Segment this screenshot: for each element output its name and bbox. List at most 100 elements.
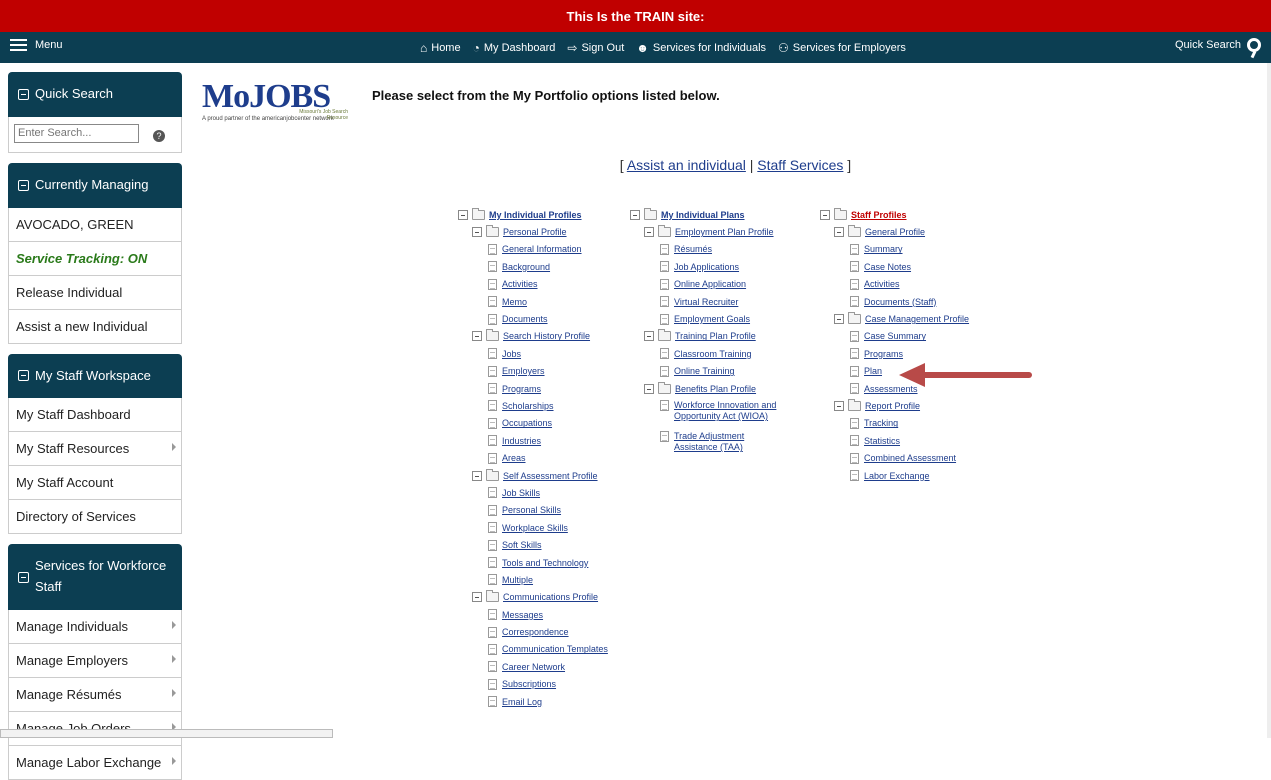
tree-link[interactable]: Labor Exchange xyxy=(864,471,930,481)
tree-link[interactable]: Search History Profile xyxy=(503,331,590,341)
tree-link[interactable]: Plan xyxy=(864,366,882,376)
tree-link[interactable]: Memo xyxy=(502,297,527,307)
collapse-toggle-icon[interactable] xyxy=(472,470,482,481)
tree-link[interactable]: Personal Profile xyxy=(503,227,567,237)
manage-employers-link[interactable]: Manage Employers xyxy=(8,643,182,678)
tree-link[interactable]: Documents xyxy=(502,314,548,324)
tree-link[interactable]: Workforce Innovation and Opportunity Act … xyxy=(674,400,776,422)
collapse-toggle-icon[interactable] xyxy=(458,209,468,220)
staff-services-link[interactable]: Staff Services xyxy=(757,157,843,173)
collapse-toggle-icon[interactable] xyxy=(630,209,640,220)
tree-link[interactable]: Industries xyxy=(502,436,541,446)
tree-link[interactable]: My Individual Profiles xyxy=(489,210,582,220)
tree-link[interactable]: General Information xyxy=(502,244,582,254)
nav-quick-search[interactable]: Quick Search xyxy=(1175,38,1261,52)
tree-link[interactable]: Online Training xyxy=(674,366,735,376)
tree-link[interactable]: Programs xyxy=(502,384,541,394)
nav-my-dashboard[interactable]: ◔ My Dashboard xyxy=(473,41,556,55)
tree-link[interactable]: Documents (Staff) xyxy=(864,297,936,307)
nav-home[interactable]: ⌂ Home xyxy=(420,41,461,55)
tree-link[interactable]: Areas xyxy=(502,453,526,463)
tree-link[interactable]: Employment Goals xyxy=(674,314,750,324)
collapse-toggle-icon[interactable] xyxy=(834,314,844,325)
collapse-toggle-icon[interactable] xyxy=(472,331,482,342)
tree-link[interactable]: Activities xyxy=(864,279,900,289)
tree-link[interactable]: Employment Plan Profile xyxy=(675,227,774,237)
tree-link[interactable]: Self Assessment Profile xyxy=(503,471,598,481)
tree-link[interactable]: Summary xyxy=(864,244,903,254)
staff-resources-link[interactable]: My Staff Resources xyxy=(8,432,182,467)
scrollbar[interactable] xyxy=(1267,63,1271,738)
workforce-services-header[interactable]: Services for Workforce Staff xyxy=(8,544,182,610)
tree-link[interactable]: Classroom Training xyxy=(674,349,752,359)
collapse-toggle-icon[interactable] xyxy=(472,592,482,603)
search-icon[interactable] xyxy=(1247,38,1261,52)
tree-link[interactable]: Case Notes xyxy=(864,262,911,272)
tree-link[interactable]: Personal Skills xyxy=(502,505,561,515)
tree-link[interactable]: Email Log xyxy=(502,697,542,707)
tree-link[interactable]: Tools and Technology xyxy=(502,558,588,568)
staff-account-link[interactable]: My Staff Account xyxy=(8,466,182,501)
tree-link[interactable]: Occupations xyxy=(502,418,552,428)
tree-link[interactable]: Tracking xyxy=(864,418,898,428)
tree-link[interactable]: Scholarships xyxy=(502,401,554,411)
tree-link[interactable]: Communication Templates xyxy=(502,644,608,654)
tree-link[interactable]: Employers xyxy=(502,366,545,376)
mojobs-logo[interactable]: MoJOBS Missouri's Job Search Resource A … xyxy=(202,80,352,123)
train-site-banner: This Is the TRAIN site: xyxy=(0,0,1271,32)
nav-services-individuals[interactable]: ☻ Services for Individuals xyxy=(636,41,766,55)
managed-individual-name[interactable]: AVOCADO, GREEN xyxy=(8,207,182,242)
tree-link[interactable]: Combined Assessment xyxy=(864,453,956,463)
tree-link[interactable]: Activities xyxy=(502,279,538,289)
tree-link[interactable]: Multiple xyxy=(502,575,533,585)
tree-link[interactable]: General Profile xyxy=(865,227,925,237)
tree-link[interactable]: Trade Adjustment Assistance (TAA) xyxy=(674,431,744,453)
assist-individual-link[interactable]: Assist an individual xyxy=(627,157,746,173)
tree-link[interactable]: Correspondence xyxy=(502,627,569,637)
tree-link[interactable]: Subscriptions xyxy=(502,679,556,689)
tree-link[interactable]: Job Skills xyxy=(502,488,540,498)
tree-link[interactable]: Report Profile xyxy=(865,401,920,411)
quick-search-panel-header[interactable]: Quick Search xyxy=(8,72,182,117)
tree-link[interactable]: Statistics xyxy=(864,436,900,446)
assist-new-individual-link[interactable]: Assist a new Individual xyxy=(8,309,182,344)
collapse-toggle-icon[interactable] xyxy=(834,400,844,411)
tree-link[interactable]: Case Management Profile xyxy=(865,314,969,324)
menu-button[interactable]: Menu xyxy=(10,39,63,51)
collapse-toggle-icon[interactable] xyxy=(472,227,482,238)
directory-of-services-link[interactable]: Directory of Services xyxy=(8,500,182,535)
manage-labor-exchange-link[interactable]: Manage Labor Exchange xyxy=(8,745,182,780)
tree-link[interactable]: Soft Skills xyxy=(502,540,542,550)
staff-workspace-header[interactable]: My Staff Workspace xyxy=(8,353,182,399)
tree-link[interactable]: Virtual Recruiter xyxy=(674,297,738,307)
staff-dashboard-link[interactable]: My Staff Dashboard xyxy=(8,398,182,433)
collapse-toggle-icon[interactable] xyxy=(820,209,830,220)
tree-link[interactable]: Workplace Skills xyxy=(502,523,568,533)
collapse-toggle-icon[interactable] xyxy=(644,383,654,394)
tree-link[interactable]: Staff Profiles xyxy=(851,210,907,220)
tree-link[interactable]: Training Plan Profile xyxy=(675,331,756,341)
tree-link[interactable]: Job Applications xyxy=(674,262,739,272)
collapse-toggle-icon[interactable] xyxy=(644,227,654,238)
tree-link[interactable]: Case Summary xyxy=(864,331,926,341)
collapse-toggle-icon[interactable] xyxy=(644,331,654,342)
tree-link[interactable]: Jobs xyxy=(502,349,521,359)
tree-link[interactable]: Background xyxy=(502,262,550,272)
manage-individuals-link[interactable]: Manage Individuals xyxy=(8,609,182,644)
search-input[interactable] xyxy=(14,123,139,143)
release-individual-link[interactable]: Release Individual xyxy=(8,275,182,310)
service-tracking-status[interactable]: Service Tracking: ON xyxy=(8,241,182,276)
tree-link[interactable]: Online Application xyxy=(674,279,746,289)
tree-link[interactable]: My Individual Plans xyxy=(661,210,745,220)
manage-resumes-link[interactable]: Manage Résumés xyxy=(8,677,182,712)
help-icon[interactable]: ? xyxy=(153,129,165,142)
tree-link[interactable]: Messages xyxy=(502,610,543,620)
collapse-toggle-icon[interactable] xyxy=(834,227,844,238)
tree-link[interactable]: Benefits Plan Profile xyxy=(675,384,756,394)
tree-link[interactable]: Programs xyxy=(864,349,903,359)
tree-link[interactable]: Career Network xyxy=(502,662,565,672)
tree-link[interactable]: Communications Profile xyxy=(503,592,598,602)
tree-link[interactable]: Résumés xyxy=(674,244,712,254)
nav-sign-out[interactable]: ⇨ Sign Out xyxy=(567,41,624,55)
nav-services-employers[interactable]: ⚇ Services for Employers xyxy=(778,41,906,55)
